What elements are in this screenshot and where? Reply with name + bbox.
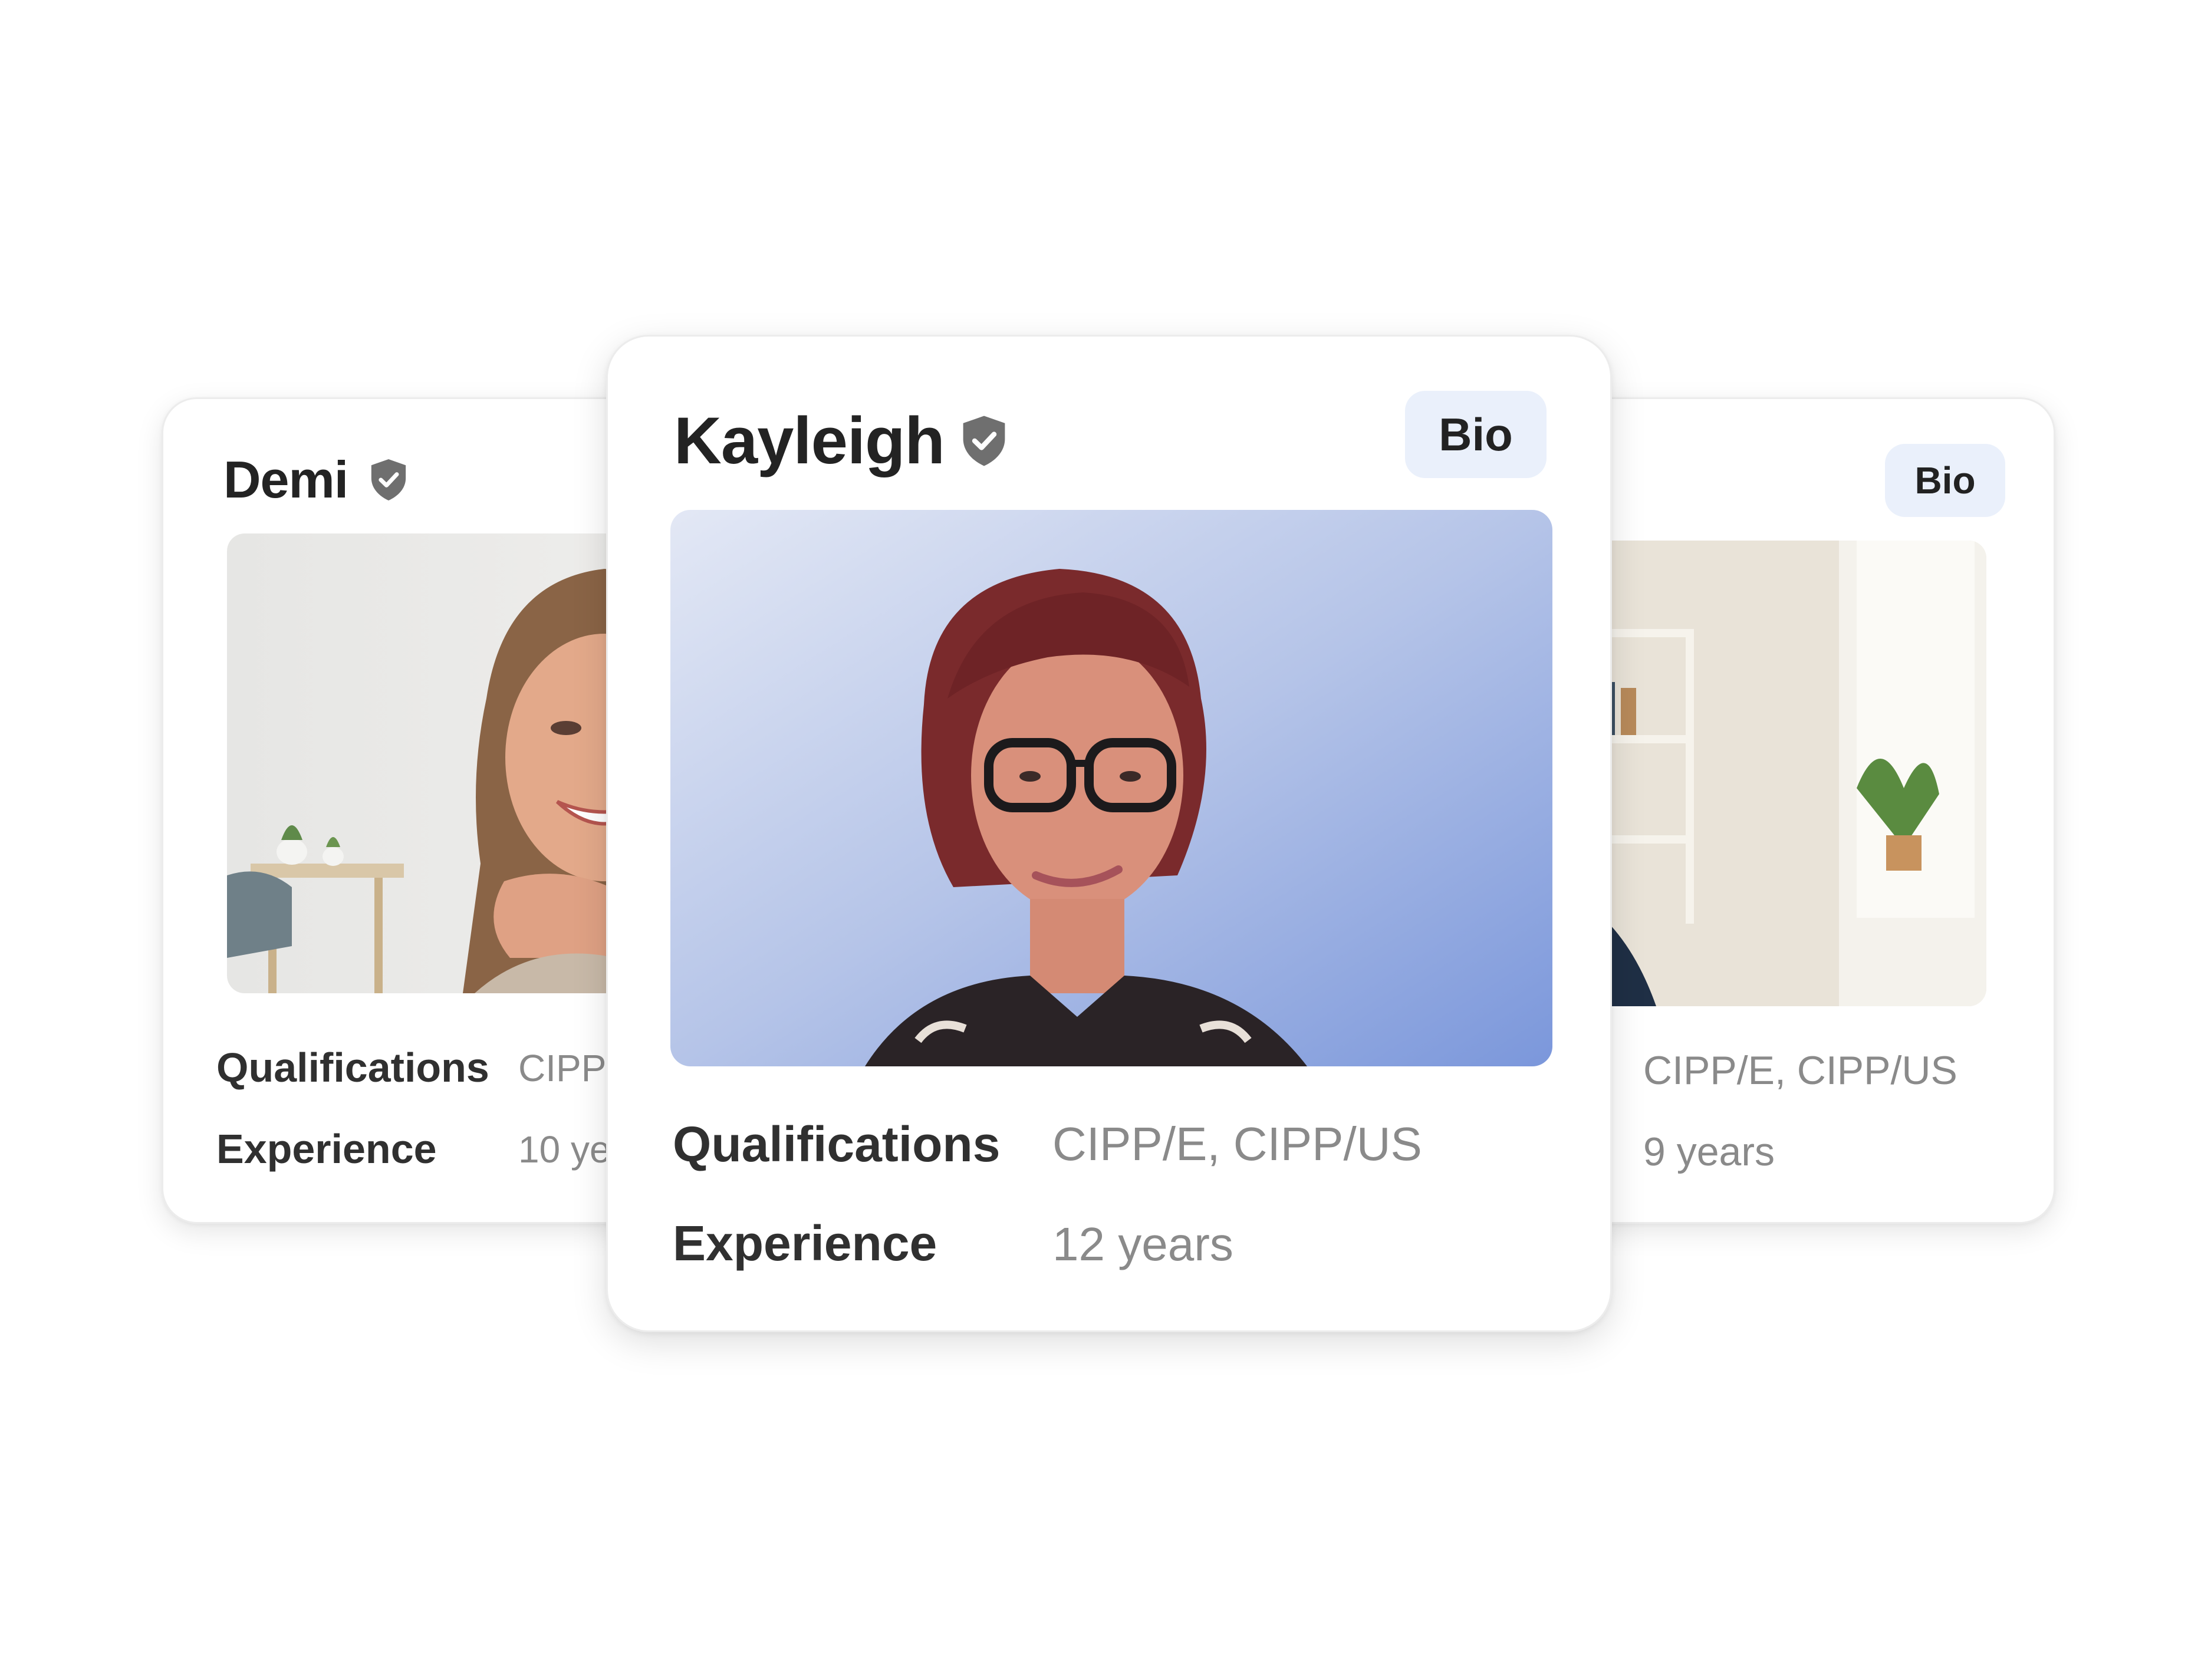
card-header: Demi	[223, 450, 409, 510]
experience-label: Experience	[673, 1215, 937, 1271]
bio-button[interactable]: Bio	[1405, 391, 1547, 478]
experience-value: 10 ye	[518, 1128, 611, 1171]
qualifications-value: CIPP/	[518, 1047, 617, 1089]
qualifications-label: Qualifications	[216, 1045, 489, 1091]
experience-value: 9 years	[1643, 1129, 1775, 1174]
experience-value: 12 years	[1052, 1218, 1233, 1270]
profile-name: Kayleigh	[674, 404, 945, 477]
bio-button[interactable]: Bio	[1885, 444, 2005, 517]
profile-name: Demi	[223, 450, 348, 509]
qualifications-value: CIPP/E, CIPP/US	[1052, 1118, 1422, 1170]
profile-photo	[670, 510, 1552, 1066]
verified-shield-icon	[959, 414, 1009, 468]
verified-shield-icon	[368, 457, 409, 502]
qualifications-value: CIPP/E, CIPP/US	[1643, 1048, 1957, 1093]
profile-card-kayleigh[interactable]: Kayleigh Bio Qualifications CIPP/E, CIPP…	[606, 335, 1612, 1332]
card-header: Kayleigh	[674, 403, 1009, 479]
qualifications-label: Qualifications	[673, 1116, 1001, 1172]
experience-label: Experience	[216, 1126, 437, 1172]
